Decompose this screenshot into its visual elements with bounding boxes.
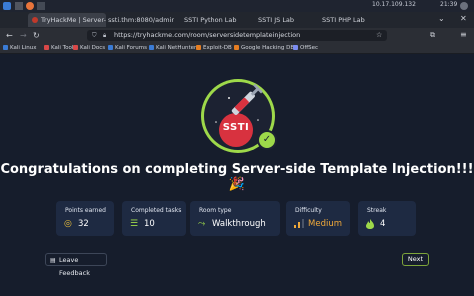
offsec-icon	[293, 45, 298, 50]
next-label: Next	[407, 255, 424, 263]
stat-label: Streak	[367, 207, 387, 214]
lock-icon[interactable]: 🔒︎	[103, 32, 106, 40]
power-icon[interactable]	[460, 2, 468, 10]
bookmark-label: Kali Forums	[115, 45, 147, 51]
bookmark-star-icon[interactable]: ☆	[376, 31, 382, 39]
stat-card-difficulty: Difficulty Medium	[286, 201, 350, 236]
stat-value: Medium	[308, 219, 342, 229]
nethunter-icon	[149, 45, 154, 50]
tab-php-lab[interactable]: SSTI PHP Lab	[318, 13, 388, 27]
leave-feedback-label: Leave Feedback	[59, 256, 90, 277]
stat-value: 4	[380, 219, 386, 229]
back-icon[interactable]: ←	[6, 30, 13, 41]
menu-icon[interactable]: ≡	[460, 30, 467, 39]
tab-list-icon[interactable]: ⌄	[438, 14, 445, 23]
completed-check-icon: ✓	[257, 130, 277, 150]
bookmark-label: Google Hacking DB	[241, 45, 295, 51]
kali-forums-icon	[108, 45, 113, 50]
bookmark-kali-forums[interactable]: Kali Forums	[108, 43, 147, 53]
bookmark-label: Kali Docs	[80, 45, 106, 51]
bookmark-kali-docs[interactable]: Kali Docs	[73, 43, 105, 53]
terminal-icon[interactable]	[37, 2, 45, 10]
kali-icon	[3, 45, 8, 50]
close-window-icon[interactable]: ✕	[460, 14, 467, 23]
stat-label: Completed tasks	[131, 207, 182, 214]
kali-docs-icon	[73, 45, 78, 50]
tab-tryhackme[interactable]: TryHackMe | Server-	[28, 13, 106, 27]
bookmark-kali-tools[interactable]: Kali Tools	[44, 43, 76, 53]
tab-label: SSTI PHP Lab	[322, 16, 365, 24]
bookmark-offsec[interactable]: OffSec	[293, 43, 318, 53]
stat-card-tasks: Completed tasks ☰ 10	[122, 201, 186, 236]
kali-menu-icon[interactable]	[3, 2, 11, 10]
tab-python-lab[interactable]: SSTI Python Lab	[180, 13, 250, 27]
shield-icon[interactable]: ⛉	[92, 32, 97, 40]
stat-value: 10	[144, 219, 155, 229]
clock: 21:39	[440, 1, 458, 8]
bookmark-label: Exploit-DB	[203, 45, 232, 51]
signal-icon	[294, 219, 304, 231]
exploit-db-icon	[196, 45, 201, 50]
stat-value: Walkthrough	[212, 219, 266, 229]
workspace-icon[interactable]	[15, 2, 23, 10]
ghdb-icon	[234, 45, 239, 50]
tab-label: ssti.thm:8080/admin/fo	[108, 16, 174, 24]
flame-icon	[366, 219, 374, 232]
stat-card-points: Points earned ◎ 32	[56, 201, 114, 236]
leave-feedback-button[interactable]: ▤ Leave Feedback	[45, 253, 107, 277]
target-icon: ◎	[64, 219, 72, 229]
bookmark-label: Kali Linux	[10, 45, 37, 51]
stat-label: Room type	[199, 207, 232, 214]
bookmark-label: Kali NetHunter	[156, 45, 197, 51]
firefox-icon[interactable]	[26, 2, 34, 10]
stat-label: Points earned	[65, 207, 106, 214]
stat-value: 32	[78, 219, 89, 229]
bookmark-label: OffSec	[300, 45, 319, 51]
bookmark-kali-nethunter[interactable]: Kali NetHunter	[149, 43, 196, 53]
reload-icon[interactable]: ↻	[33, 30, 40, 41]
url-text[interactable]: https://tryhackme.com/room/serversidetem…	[114, 31, 300, 39]
route-icon: ⤳	[198, 219, 206, 229]
tryhackme-favicon	[32, 17, 38, 23]
bookmark-exploit-db[interactable]: Exploit-DB	[196, 43, 232, 53]
feedback-icon: ▤	[50, 257, 56, 264]
tab-label: SSTI JS Lab	[258, 16, 295, 24]
tab-js-lab[interactable]: SSTI JS Lab	[254, 13, 318, 27]
stat-card-room-type: Room type ⤳ Walkthrough	[190, 201, 280, 236]
stat-card-streak: Streak 4	[358, 201, 416, 236]
stat-label: Difficulty	[295, 207, 322, 214]
tab-label: TryHackMe | Server-	[41, 16, 106, 24]
next-button[interactable]: Next	[402, 253, 429, 266]
badge-text: SSTI	[222, 122, 250, 133]
kali-tools-icon	[44, 45, 49, 50]
tab-label: SSTI Python Lab	[184, 16, 237, 24]
ip-address: 10.17.109.132	[372, 1, 416, 8]
extensions-icon[interactable]: ⧉	[430, 31, 435, 40]
bookmark-kali-linux[interactable]: Kali Linux	[3, 43, 37, 53]
page-title: Congratulations on completing Server-sid…	[0, 162, 474, 192]
tab-ssti-admin[interactable]: ssti.thm:8080/admin/fo	[104, 13, 174, 27]
list-icon: ☰	[130, 219, 139, 229]
forward-icon[interactable]: →	[20, 30, 27, 41]
bookmark-google-hacking-db[interactable]: Google Hacking DB	[234, 43, 294, 53]
